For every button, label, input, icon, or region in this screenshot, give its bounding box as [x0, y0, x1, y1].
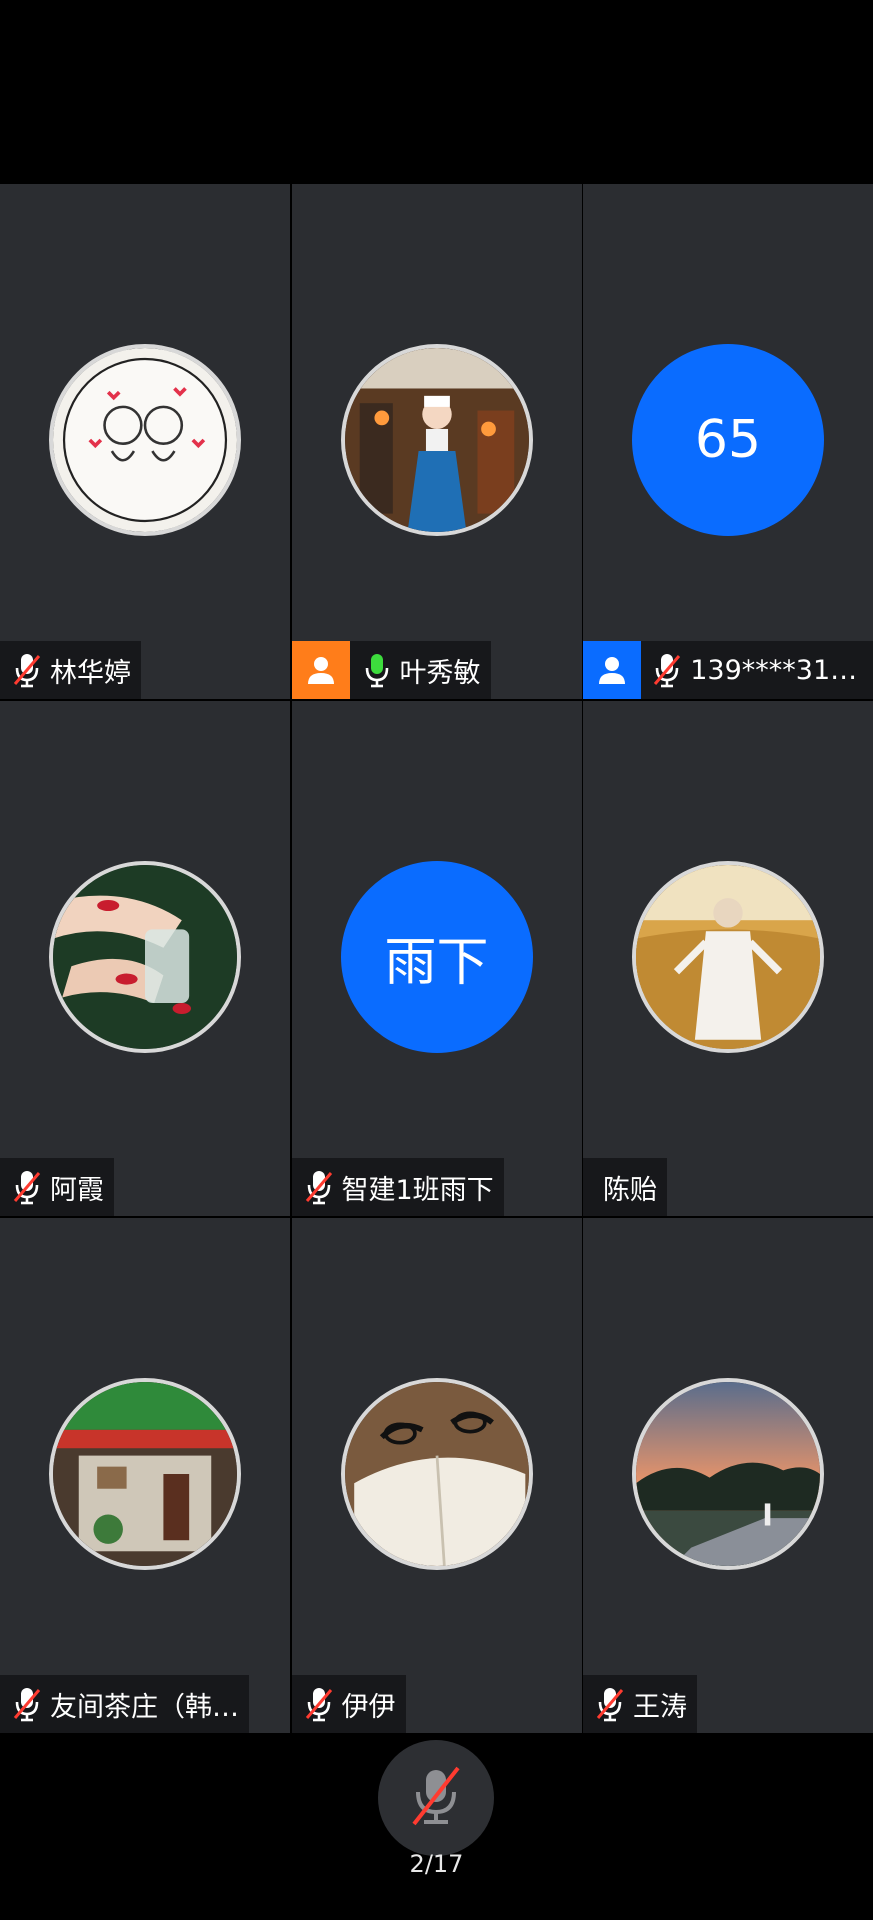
- participant-tile[interactable]: 叶秀敏: [291, 184, 582, 699]
- participant-name: 139****3165: [690, 654, 865, 686]
- participant-nameplate: 陈贻: [583, 1158, 667, 1216]
- mic-muted-icon: [10, 1684, 44, 1724]
- page-indicator: 2/17: [409, 1850, 464, 1878]
- participant-nameplate: 伊伊: [291, 1675, 406, 1733]
- meeting-gallery-screen: 林华婷 叶秀敏 65 139****3165 阿霞 雨下 智建1班雨下 陈贻 友…: [0, 0, 873, 1920]
- participant-name: 王涛: [633, 1691, 687, 1723]
- participant-name: 友间茶庄（韩…: [50, 1691, 239, 1723]
- participant-nameplate: 139****3165: [583, 641, 873, 699]
- participant-avatar: [49, 344, 241, 536]
- participant-tile[interactable]: 友间茶庄（韩…: [0, 1218, 290, 1733]
- participant-tile[interactable]: 雨下 智建1班雨下: [291, 701, 582, 1216]
- mute-toggle-button[interactable]: [378, 1740, 494, 1856]
- participant-tile[interactable]: 陈贻: [583, 701, 873, 1216]
- participant-tile[interactable]: 林华婷: [0, 184, 290, 699]
- participant-nameplate: 友间茶庄（韩…: [0, 1675, 249, 1733]
- mic-muted-icon: [302, 1684, 336, 1724]
- participant-nameplate: 智建1班雨下: [291, 1158, 504, 1216]
- participant-name: 叶秀敏: [399, 657, 481, 689]
- participant-grid: 林华婷 叶秀敏 65 139****3165 阿霞 雨下 智建1班雨下 陈贻 友…: [0, 184, 873, 1733]
- participant-tile[interactable]: 伊伊: [291, 1218, 582, 1733]
- participant-name: 阿霞: [50, 1174, 104, 1206]
- participant-nameplate: 林华婷: [0, 641, 141, 699]
- participant-avatar: [632, 861, 824, 1053]
- participant-tile[interactable]: 王涛: [583, 1218, 873, 1733]
- participant-avatar: [340, 344, 533, 536]
- mic-muted-icon: [651, 650, 685, 690]
- participant-avatar: 雨下: [340, 861, 533, 1053]
- mic-active-icon: [360, 650, 394, 690]
- participant-name: 伊伊: [341, 1691, 396, 1723]
- participant-avatar: [340, 1378, 533, 1570]
- mic-muted-icon: [593, 1684, 627, 1724]
- participant-nameplate: 叶秀敏: [291, 641, 491, 699]
- cohost-badge-icon: [583, 641, 641, 699]
- participant-avatar: [49, 861, 241, 1053]
- participant-tile[interactable]: 阿霞: [0, 701, 290, 1216]
- participant-tile[interactable]: 65 139****3165: [583, 184, 873, 699]
- participant-nameplate: 王涛: [583, 1675, 697, 1733]
- mic-muted-icon: [10, 1167, 44, 1207]
- participant-avatar: 65: [632, 344, 824, 536]
- participant-name: 林华婷: [50, 657, 131, 689]
- participant-avatar: [632, 1378, 824, 1570]
- mic-muted-icon: [302, 1167, 336, 1207]
- mic-muted-icon: [10, 650, 44, 690]
- participant-avatar: [49, 1378, 241, 1570]
- host-badge-icon: [291, 641, 350, 699]
- participant-name: 智建1班雨下: [341, 1174, 494, 1206]
- participant-name: 陈贻: [603, 1174, 657, 1206]
- participant-nameplate: 阿霞: [0, 1158, 114, 1216]
- mic-muted-icon: [408, 1764, 464, 1832]
